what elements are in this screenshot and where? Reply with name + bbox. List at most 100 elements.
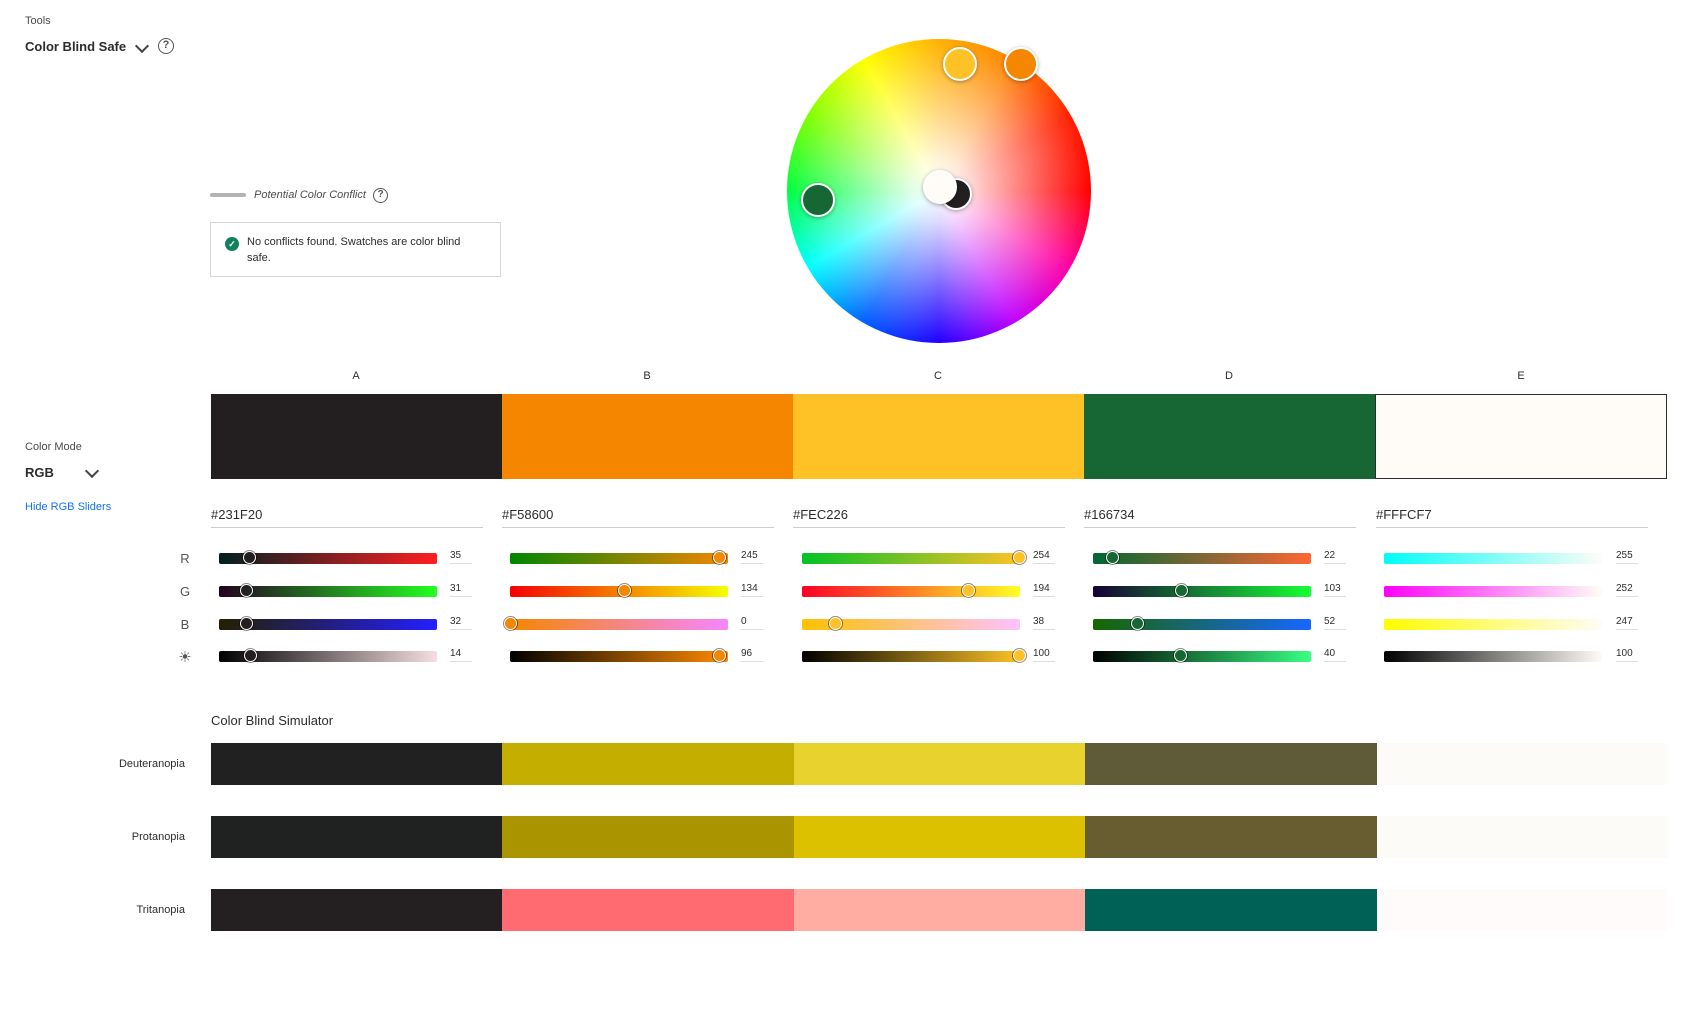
wheel-handle-c[interactable] (943, 47, 977, 81)
slider-c-brightness[interactable] (802, 649, 1026, 662)
conflict-status-message: No conflicts found. Swatches are color b… (247, 236, 461, 264)
value-a-brightness[interactable]: 14 (450, 648, 472, 662)
color-mode-chevron-icon[interactable] (84, 463, 100, 479)
sim-tritanopia-d (1085, 889, 1377, 931)
value-b-r[interactable]: 245 (741, 550, 763, 564)
value-e-r[interactable]: 255 (1616, 550, 1638, 564)
slider-b-r[interactable] (510, 551, 728, 564)
swatch-c[interactable] (793, 394, 1084, 479)
slider-knob[interactable] (713, 649, 727, 662)
help-icon[interactable]: ? (158, 38, 174, 54)
swatch-d[interactable] (1084, 394, 1375, 479)
color-mode-label: Color Mode (25, 441, 82, 453)
slider-knob[interactable] (239, 584, 253, 597)
simulator-title: Color Blind Simulator (211, 713, 334, 728)
slider-knob[interactable] (713, 551, 727, 564)
hex-input-b[interactable]: #F58600 (502, 507, 774, 528)
sim-tritanopia-b (502, 889, 794, 931)
conflict-legend-line (210, 193, 246, 197)
value-c-b[interactable]: 38 (1033, 616, 1055, 630)
sim-protanopia-b (502, 816, 794, 858)
slider-knob[interactable] (1012, 551, 1026, 564)
slider-knob[interactable] (828, 617, 842, 630)
hex-input-c[interactable]: #FEC226 (793, 507, 1065, 528)
row-label-b: B (180, 617, 190, 632)
value-e-b[interactable]: 247 (1616, 616, 1638, 630)
chevron-down-icon[interactable] (134, 38, 150, 54)
slider-knob[interactable] (1175, 584, 1189, 597)
value-a-g[interactable]: 31 (450, 583, 472, 597)
value-c-brightness[interactable]: 100 (1033, 648, 1055, 662)
slider-a-brightness[interactable] (219, 649, 437, 662)
value-d-g[interactable]: 103 (1324, 583, 1346, 597)
slider-c-g[interactable] (802, 584, 1020, 597)
row-label-g: G (179, 584, 191, 599)
slider-d-brightness[interactable] (1093, 649, 1311, 662)
value-b-b[interactable]: 0 (741, 616, 763, 630)
slider-c-r[interactable] (802, 551, 1026, 564)
sim-deuteranopia-b (502, 743, 794, 785)
swatch-b[interactable] (502, 394, 793, 479)
sim-label-tritanopia: Tritanopia (136, 904, 185, 916)
conflict-legend-label: Potential Color Conflict (254, 189, 366, 201)
slider-e-g[interactable] (1384, 586, 1602, 597)
slider-b-g[interactable] (510, 584, 728, 597)
wheel-handle-e[interactable] (923, 170, 957, 204)
slider-knob[interactable] (961, 584, 975, 597)
slider-e-b[interactable] (1384, 619, 1602, 630)
slider-e-brightness[interactable] (1384, 651, 1602, 662)
slider-knob[interactable] (240, 617, 254, 630)
value-a-b[interactable]: 32 (450, 616, 472, 630)
slider-knob[interactable] (243, 649, 257, 662)
conflict-help-icon[interactable]: ? (373, 188, 388, 203)
value-e-g[interactable]: 252 (1616, 583, 1638, 597)
column-label-d: D (1225, 370, 1233, 382)
slider-knob[interactable] (1174, 649, 1188, 662)
value-d-brightness[interactable]: 40 (1324, 648, 1346, 662)
sim-label-deuteranopia: Deuteranopia (118, 758, 185, 770)
slider-e-r[interactable] (1384, 553, 1602, 564)
slider-d-r[interactable] (1093, 551, 1311, 564)
slider-b-brightness[interactable] (510, 649, 728, 662)
slider-a-r[interactable] (219, 551, 437, 564)
swatch-a[interactable] (211, 394, 502, 479)
slider-b-b[interactable] (504, 617, 728, 630)
value-b-brightness[interactable]: 96 (741, 648, 763, 662)
value-c-r[interactable]: 254 (1033, 550, 1055, 564)
hex-input-d[interactable]: #166734 (1084, 507, 1356, 528)
slider-a-g[interactable] (219, 584, 437, 597)
swatch-e[interactable] (1375, 394, 1667, 479)
wheel-handle-b[interactable] (1004, 47, 1038, 81)
slider-knob[interactable] (242, 551, 256, 564)
slider-a-b[interactable] (219, 617, 437, 630)
sim-label-protanopia: Protanopia (131, 831, 185, 843)
slider-knob[interactable] (618, 584, 632, 597)
hex-input-e[interactable]: #FFFCF7 (1376, 507, 1648, 528)
hex-input-a[interactable]: #231F20 (211, 507, 483, 528)
value-c-g[interactable]: 194 (1033, 583, 1055, 597)
slider-knob[interactable] (504, 617, 517, 630)
color-mode-value[interactable]: RGB (25, 465, 54, 480)
sim-protanopia-c (794, 816, 1085, 858)
value-d-b[interactable]: 52 (1324, 616, 1346, 630)
value-d-r[interactable]: 22 (1324, 550, 1346, 564)
sim-protanopia-e (1377, 816, 1667, 858)
wheel-handle-d[interactable] (801, 183, 835, 217)
sim-tritanopia-e (1377, 889, 1667, 931)
slider-c-b[interactable] (802, 617, 1020, 630)
slider-knob[interactable] (1012, 649, 1026, 662)
tool-select-value[interactable]: Color Blind Safe (25, 39, 126, 54)
slider-knob[interactable] (1105, 551, 1119, 564)
sim-protanopia-a (211, 816, 502, 858)
hide-rgb-sliders-link[interactable]: Hide RGB Sliders (25, 501, 111, 513)
slider-d-g[interactable] (1093, 584, 1311, 597)
column-label-b: B (643, 370, 651, 382)
slider-knob[interactable] (1131, 617, 1145, 630)
sim-deuteranopia-c (794, 743, 1085, 785)
slider-d-b[interactable] (1093, 617, 1311, 630)
sim-deuteranopia-e (1377, 743, 1667, 785)
value-a-r[interactable]: 35 (450, 550, 472, 564)
value-e-brightness[interactable]: 100 (1616, 648, 1638, 662)
sim-tritanopia-c (794, 889, 1085, 931)
value-b-g[interactable]: 134 (741, 583, 763, 597)
